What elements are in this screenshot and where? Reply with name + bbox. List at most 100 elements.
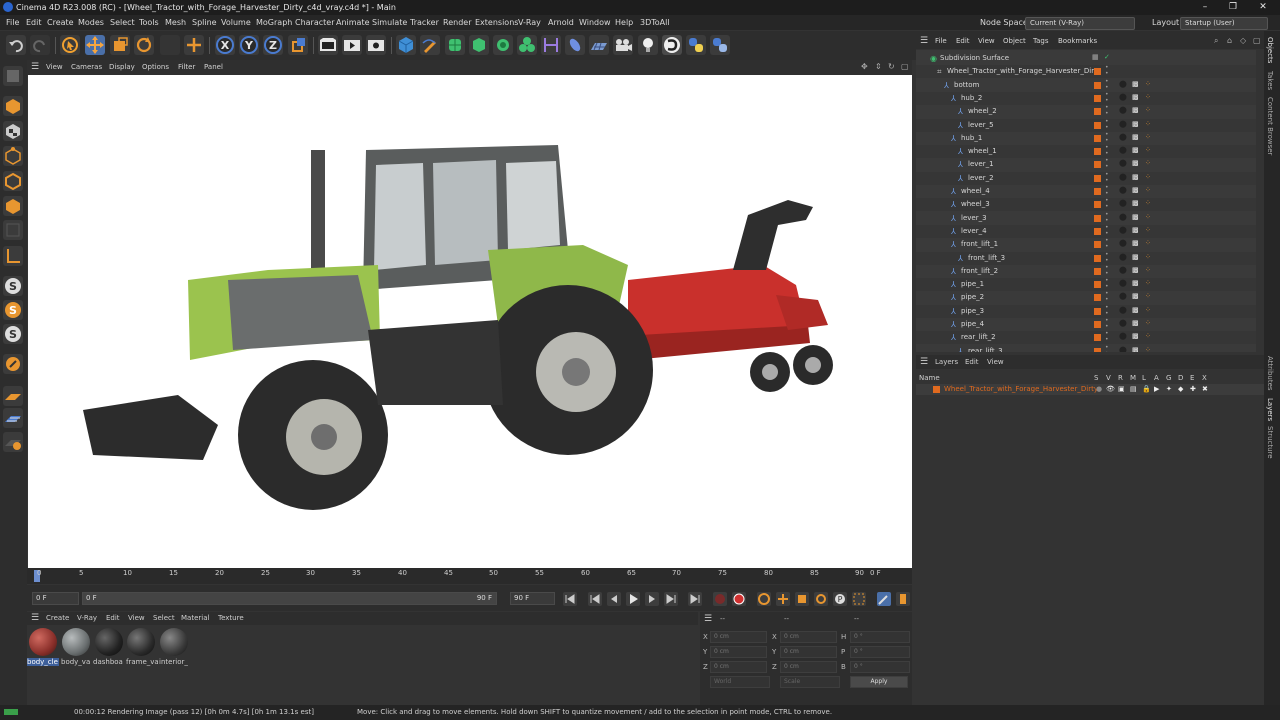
layer-animation-icon[interactable]: ▶ <box>1154 385 1159 393</box>
weight-tag-icon[interactable]: ⁘ <box>1145 146 1151 154</box>
light-icon[interactable] <box>638 35 658 55</box>
object-name[interactable]: wheel_3 <box>961 200 990 208</box>
material-label[interactable]: frame_va <box>126 658 158 666</box>
apply-button[interactable]: Apply <box>850 676 908 688</box>
viewport-dolly-icon[interactable]: ⇕ <box>875 62 882 71</box>
object-name[interactable]: pipe_3 <box>961 307 984 315</box>
material-tag-icon[interactable]: ⬤ <box>1119 319 1127 327</box>
object-name[interactable]: rear_lift_2 <box>961 333 996 341</box>
live-selection-icon[interactable] <box>60 35 80 55</box>
object-name[interactable]: front_lift_1 <box>961 240 998 248</box>
menu-spline[interactable]: Spline <box>192 18 217 27</box>
viewport-menu-display[interactable]: Display <box>109 63 135 71</box>
coord-rot-b-field[interactable]: 0 ° <box>850 661 910 673</box>
visibility-dots-icon[interactable]: •• <box>1105 291 1109 303</box>
weight-tag-icon[interactable]: ⁘ <box>1145 93 1151 101</box>
texture-tag-icon[interactable]: ▩ <box>1132 306 1139 314</box>
object-row[interactable]: ⅄ lever_2 • • ⬤ ▩ ⁘ <box>916 171 1256 185</box>
object-layer-swatch[interactable] <box>1094 334 1101 342</box>
object-layer-swatch[interactable] <box>1094 174 1101 182</box>
material-tag-icon[interactable]: ⬤ <box>1119 186 1127 194</box>
material-tag-icon[interactable]: ⬤ <box>1119 133 1127 141</box>
object-name[interactable]: pipe_4 <box>961 320 984 328</box>
material-tag-icon[interactable]: ⬤ <box>1119 120 1127 128</box>
object-layer-swatch[interactable] <box>1094 188 1101 195</box>
texture-tag-icon[interactable]: ▩ <box>1132 133 1139 141</box>
visibility-dots-icon[interactable]: •• <box>1105 331 1109 343</box>
object-layer-swatch[interactable] <box>1094 81 1101 89</box>
object-row[interactable]: ⅄ pipe_3 • • ⬤ ▩ ⁘ <box>916 304 1256 318</box>
weight-tag-icon[interactable]: ⁘ <box>1145 292 1151 300</box>
texture-tag-icon[interactable]: ▩ <box>1132 106 1139 114</box>
weight-tag-icon[interactable]: ⁘ <box>1145 253 1151 261</box>
object-menu-view[interactable]: View <box>978 37 995 45</box>
texture-tag-icon[interactable]: ▩ <box>1132 319 1139 327</box>
coord-size-z-field[interactable]: 0 cm <box>780 661 837 673</box>
texture-tag-icon[interactable]: ▩ <box>1132 93 1139 101</box>
menu-select[interactable]: Select <box>110 18 135 27</box>
move-tool-icon[interactable] <box>85 35 105 55</box>
layer-view-eye-icon[interactable]: 👁 <box>1106 385 1115 393</box>
object-row[interactable]: ⅄ lever_4 • • ⬤ ▩ ⁘ <box>916 224 1256 238</box>
minimize-button[interactable]: – <box>1190 0 1220 15</box>
coord-pos-x-field[interactable]: 0 cm <box>710 631 767 643</box>
camera-icon[interactable] <box>613 35 633 55</box>
material-tag-icon[interactable]: ⬤ <box>1119 80 1127 88</box>
material-tag-icon[interactable]: ⬤ <box>1119 173 1127 181</box>
object-layer-swatch[interactable] <box>1094 201 1101 209</box>
model-mode-icon[interactable] <box>3 96 23 116</box>
next-frame-icon[interactable] <box>645 592 659 606</box>
menu-render[interactable]: Render <box>443 18 471 27</box>
point-level-animation-icon[interactable] <box>852 592 866 606</box>
menu-3dtoall[interactable]: 3DToAll <box>640 18 670 27</box>
coord-scale-dropdown[interactable]: Scale <box>780 676 840 688</box>
material-tag-icon[interactable]: ⬤ <box>1119 213 1127 221</box>
texture-tag-icon[interactable]: ▩ <box>1132 146 1139 154</box>
object-row[interactable]: ⌗ Wheel_Tractor_with_Forage_Harvester_Dir… <box>916 65 1256 79</box>
object-name[interactable]: wheel_1 <box>968 147 997 155</box>
visibility-dots-icon[interactable]: •• <box>1105 118 1109 131</box>
object-layer-swatch[interactable] <box>1094 294 1101 302</box>
object-name[interactable]: wheel_2 <box>968 107 997 115</box>
weight-tag-icon[interactable]: ⁘ <box>1145 173 1151 181</box>
object-row[interactable]: ⅄ hub_1 • • ⬤ ▩ ⁘ <box>916 131 1256 145</box>
object-layer-swatch[interactable] <box>1094 307 1101 315</box>
object-row[interactable]: ⅄ wheel_1 • • ⬤ ▩ ⁘ <box>916 145 1256 159</box>
coord-size-x-field[interactable]: 0 cm <box>780 631 837 643</box>
texture-tag-icon[interactable]: ▩ <box>1132 253 1139 261</box>
tab-takes[interactable]: Takes <box>1266 71 1274 90</box>
visibility-dots-icon[interactable]: •• <box>1105 145 1109 157</box>
object-layer-swatch[interactable] <box>1094 214 1101 222</box>
python-icon[interactable] <box>686 35 706 55</box>
object-menu-tags[interactable]: Tags <box>1033 37 1049 45</box>
undo-icon[interactable] <box>6 35 26 55</box>
layer-manager-icon[interactable]: ▤ <box>1130 385 1137 393</box>
object-layer-swatch[interactable] <box>1094 227 1101 235</box>
weight-tag-icon[interactable]: ⁘ <box>1145 226 1151 234</box>
viewport-hamburger-icon[interactable]: ☰ <box>31 62 39 72</box>
object-row[interactable]: ⅄ lever_1 • • ⬤ ▩ ⁘ <box>916 158 1256 172</box>
menu-file[interactable]: File <box>6 18 19 27</box>
object-row[interactable]: ⅄ front_lift_1 • • ⬤ ▩ ⁘ <box>916 238 1256 252</box>
material-hamburger-icon[interactable]: ☰ <box>31 613 39 623</box>
visibility-dots-icon[interactable]: •• <box>1105 304 1109 317</box>
rotate-tool-icon[interactable] <box>134 35 154 55</box>
menu-simulate[interactable]: Simulate <box>372 18 407 27</box>
menu-animate[interactable]: Animate <box>336 18 370 27</box>
menu-extensions[interactable]: Extensions <box>475 18 518 27</box>
mograph-cloner-icon[interactable] <box>517 35 537 55</box>
layer-render-icon[interactable]: ▣ <box>1118 385 1125 393</box>
object-layer-swatch[interactable] <box>1094 94 1101 102</box>
layer-menu-layers[interactable]: Layers <box>935 358 958 366</box>
texture-tag-icon[interactable]: ▩ <box>1132 213 1139 221</box>
material-tag-icon[interactable]: ⬤ <box>1119 332 1127 340</box>
position-key-icon[interactable] <box>776 592 790 606</box>
object-expand-icon[interactable]: ▢ <box>1253 36 1261 45</box>
viewport-orbit-icon[interactable]: ↻ <box>888 62 895 71</box>
weight-tag-icon[interactable]: ⁘ <box>1145 133 1151 141</box>
layer-deformer-icon[interactable]: ◆ <box>1178 385 1183 393</box>
object-row[interactable]: ⅄ pipe_4 • • ⬤ ▩ ⁘ <box>916 318 1256 331</box>
python-script-icon[interactable] <box>710 35 730 55</box>
layer-color-swatch[interactable] <box>933 386 940 393</box>
placeholder-tool-icon[interactable] <box>160 35 180 55</box>
